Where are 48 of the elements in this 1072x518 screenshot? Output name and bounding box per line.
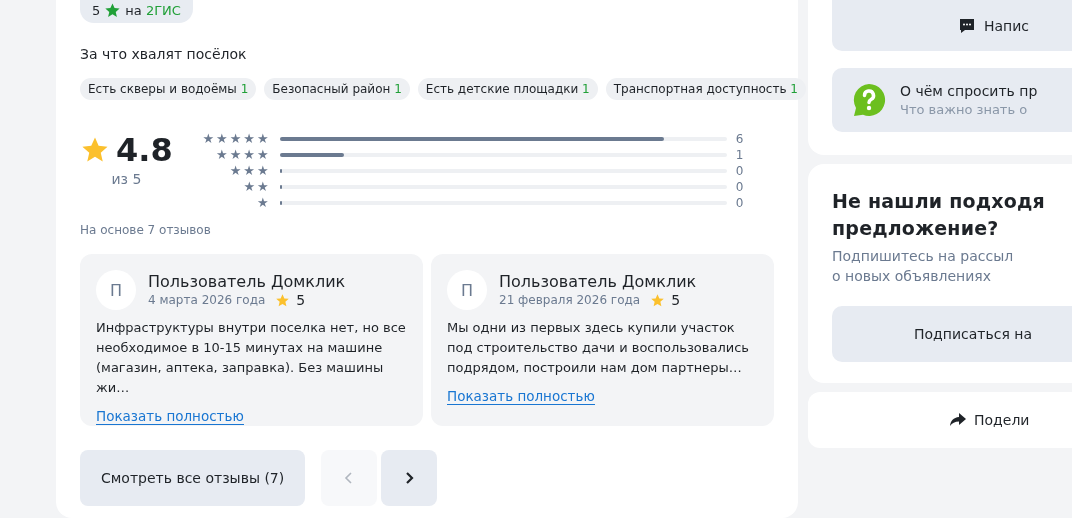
star-rank-label: ★ <box>257 196 271 210</box>
average-score: 4.8 <box>116 131 173 169</box>
review-count: 0 <box>735 196 744 210</box>
praise-tag: Есть скверы и водоёмы 1 <box>80 78 257 100</box>
share-button[interactable]: Подели <box>808 392 1072 448</box>
show-more-link[interactable]: Показать полностью <box>96 408 244 425</box>
review-rating: 5 <box>296 292 306 308</box>
star-icon <box>275 292 291 308</box>
section-title: За что хвалят посёлок <box>80 46 248 62</box>
review-count: 0 <box>735 180 744 194</box>
subscribe-text: Подпишитесь на рассыл о новых объявлениях <box>832 247 1015 286</box>
review-rating: 5 <box>671 292 681 308</box>
praise-tag: Безопасный район 1 <box>264 78 410 100</box>
author-name: Пользователь Домклик <box>499 272 697 291</box>
question-bubble-icon <box>852 83 886 117</box>
review-date: 4 марта 2026 года <box>148 293 266 307</box>
subscribe-title: Не нашли подходя предложение? <box>832 189 1046 241</box>
rating-value: 5 <box>92 3 101 18</box>
avatar: П <box>96 270 136 310</box>
review-count: 1 <box>735 148 744 162</box>
question-subtitle: Что важно знать о <box>900 102 1029 117</box>
star-rank-label: ★★★★★ <box>202 132 271 146</box>
reviews-basis: На основе 7 отзывов <box>80 223 212 237</box>
star-rank-label: ★★ <box>243 180 271 194</box>
star-rank-label: ★★★★ <box>216 148 271 162</box>
score-scale: из 5 <box>111 171 142 187</box>
show-more-link[interactable]: Показать полностью <box>447 388 595 405</box>
subscribe-button[interactable]: Подписаться на <box>832 306 1072 362</box>
review-text: Инфраструктуры внутри поселка нет, но все необходимое в 10-15 минутах на машине (магазин, аптека, заправка). Без машины жи… <box>96 319 407 397</box>
star-icon <box>650 292 666 308</box>
review-text: Мы одни из первых здесь купили участок под строительство дачи и воспользовались подрядом, построили нам дом партнеры… <box>447 319 750 377</box>
share-arrow-icon <box>950 413 966 427</box>
question-title: О чём спросить пр <box>900 83 1038 99</box>
author-name: Пользователь Домклик <box>148 272 346 291</box>
write-button[interactable]: Напис <box>832 0 1072 51</box>
source-label: на 2ГИС <box>125 3 181 18</box>
next-button[interactable] <box>381 450 438 506</box>
star-rank-label: ★★★ <box>229 164 271 178</box>
praise-tag: Есть детские площадки 1 <box>417 78 598 100</box>
praise-tag: Транспортная доступность 1 <box>605 78 806 100</box>
star-icon <box>104 2 122 19</box>
question-card[interactable]: О чём спросить пр Что важно знать о <box>832 68 1072 132</box>
chat-icon <box>958 16 976 35</box>
review-date: 21 февраля 2026 года <box>499 293 641 307</box>
review-count: 0 <box>735 164 744 178</box>
avatar: П <box>447 270 487 310</box>
review-count: 6 <box>735 132 744 146</box>
all-reviews-button[interactable]: Смотреть все отзывы (7) <box>80 450 306 506</box>
